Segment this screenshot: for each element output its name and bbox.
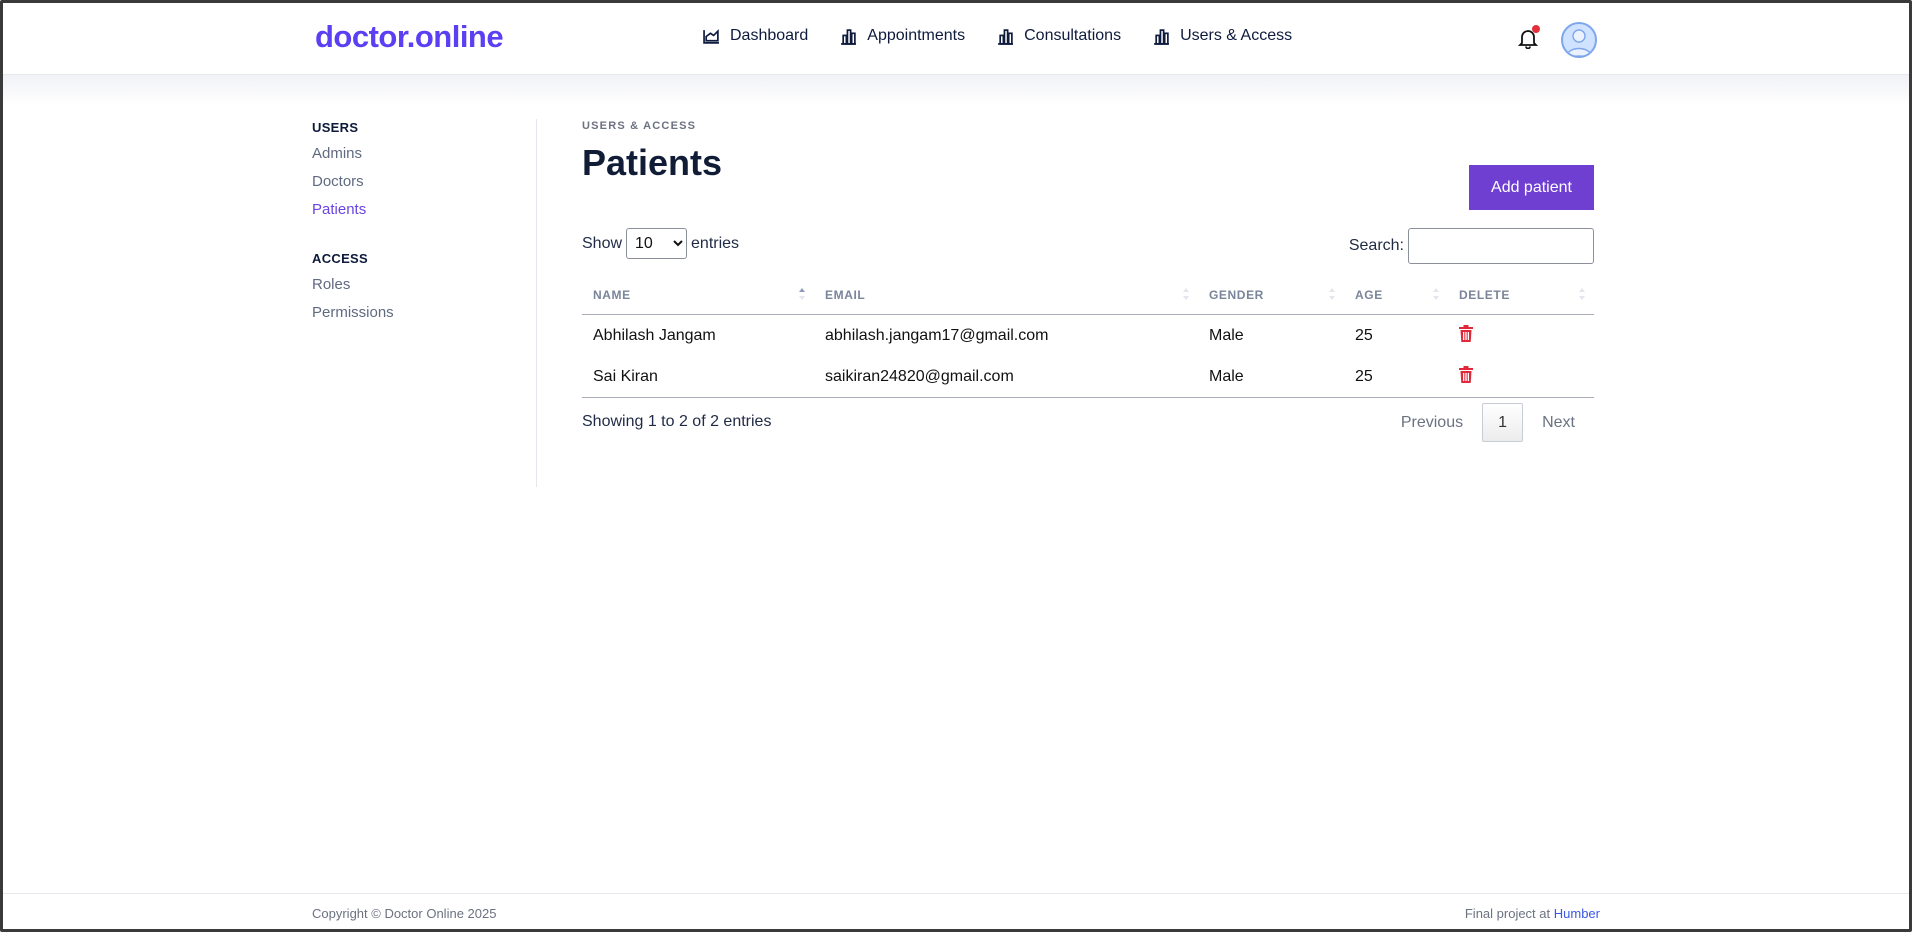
sort-icon xyxy=(1183,288,1189,300)
credit-prefix: Final project at xyxy=(1464,906,1551,921)
bar-chart-icon xyxy=(841,28,857,45)
column-label: GENDER xyxy=(1209,287,1264,302)
cell-gender: Male xyxy=(1198,356,1344,398)
sort-icon xyxy=(1329,288,1335,300)
next-page-button[interactable]: Next xyxy=(1523,414,1594,432)
nav-users-access[interactable]: Users & Access xyxy=(1153,27,1292,45)
cell-email: saikiran24820@gmail.com xyxy=(814,356,1198,398)
column-label: DELETE xyxy=(1459,287,1510,302)
cell-name: Abhilash Jangam xyxy=(593,326,716,344)
credit-text: Final project at Humber xyxy=(1465,906,1600,921)
pagination: Previous 1 Next xyxy=(1382,403,1594,442)
main-nav: Dashboard Appointments Consultations Use… xyxy=(703,27,1292,45)
chart-area-icon xyxy=(703,28,719,44)
breadcrumb: USERS & ACCESS xyxy=(582,120,697,132)
table-row: Abhilash Jangam abhilash.jangam17@gmail.… xyxy=(582,315,1594,357)
cell-name: Sai Kiran xyxy=(582,356,814,398)
column-label: AGE xyxy=(1355,287,1383,302)
user-avatar-icon xyxy=(1566,29,1592,56)
sidebar-divider xyxy=(536,119,537,487)
show-label: Show xyxy=(582,234,623,252)
page-size-control: Show 10 entries xyxy=(582,228,739,259)
cell-email: abhilash.jangam17@gmail.com xyxy=(825,326,1049,344)
copyright-text: Copyright © Doctor Online 2025 xyxy=(312,906,497,921)
table-header-row: NAME EMAIL GENDER AGE DELETE xyxy=(582,275,1594,315)
humber-link[interactable]: Humber xyxy=(1554,906,1600,921)
search-input[interactable] xyxy=(1408,228,1594,264)
sort-icon xyxy=(1579,288,1585,300)
column-header-name[interactable]: NAME xyxy=(582,275,814,315)
notification-dot xyxy=(1532,25,1540,33)
add-patient-button[interactable]: Add patient xyxy=(1469,165,1594,210)
trash-icon[interactable] xyxy=(1459,324,1473,342)
bar-chart-icon xyxy=(1154,28,1170,45)
entries-label: entries xyxy=(691,234,740,252)
user-avatar[interactable] xyxy=(1561,22,1597,58)
brand-logo[interactable]: doctor.online xyxy=(315,19,504,55)
cell-age: 25 xyxy=(1344,356,1448,398)
nav-consultations[interactable]: Consultations xyxy=(997,27,1121,45)
nav-consultations-label: Consultations xyxy=(1024,27,1122,44)
window-frame xyxy=(0,0,1912,932)
page-footer: Copyright © Doctor Online 2025 Final pro… xyxy=(3,893,1909,930)
column-label: NAME xyxy=(593,287,631,302)
sidebar: USERS Admins Doctors Patients ACCESS Rol… xyxy=(312,120,512,332)
nav-users-access-label: Users & Access xyxy=(1180,27,1293,44)
sidebar-item-patients[interactable]: Patients xyxy=(312,201,512,218)
cell-age: 25 xyxy=(1355,326,1373,344)
top-navbar: doctor.online Dashboard Appointments Con… xyxy=(3,3,1909,75)
sidebar-heading-access: ACCESS xyxy=(312,251,368,266)
patients-table: NAME EMAIL GENDER AGE DELETE Abhilash Ja… xyxy=(582,275,1594,398)
sidebar-group-users: USERS Admins Doctors Patients xyxy=(312,120,512,218)
cell-delete xyxy=(1448,315,1594,357)
page-title: Patients xyxy=(582,142,723,183)
header-shadow xyxy=(3,75,1909,105)
column-header-delete[interactable]: DELETE xyxy=(1448,275,1594,315)
search-label: Search: xyxy=(1348,237,1404,254)
table-info: Showing 1 to 2 of 2 entries xyxy=(582,413,772,430)
sidebar-item-doctors[interactable]: Doctors xyxy=(312,173,512,190)
nav-appointments[interactable]: Appointments xyxy=(840,27,965,45)
previous-page-button[interactable]: Previous xyxy=(1382,414,1482,432)
column-header-email[interactable]: EMAIL xyxy=(814,275,1198,315)
sidebar-group-access: ACCESS Roles Permissions xyxy=(312,251,512,321)
sidebar-item-permissions[interactable]: Permissions xyxy=(312,304,512,321)
column-header-age[interactable]: AGE xyxy=(1344,275,1448,315)
trash-icon[interactable] xyxy=(1459,365,1473,383)
cell-delete xyxy=(1448,356,1594,398)
sidebar-item-roles[interactable]: Roles xyxy=(312,276,512,293)
search-control: Search: xyxy=(1349,228,1594,264)
notifications-button[interactable] xyxy=(1517,25,1540,51)
table-row: Sai Kiran saikiran24820@gmail.com Male 2… xyxy=(582,356,1594,398)
nav-dashboard-label: Dashboard xyxy=(730,27,809,44)
sort-asc-icon xyxy=(799,288,805,300)
sort-icon xyxy=(1433,288,1439,300)
nav-dashboard[interactable]: Dashboard xyxy=(703,27,808,45)
column-label: EMAIL xyxy=(825,287,866,302)
cell-gender: Male xyxy=(1209,326,1244,344)
page-1-button[interactable]: 1 xyxy=(1482,403,1524,442)
sidebar-item-admins[interactable]: Admins xyxy=(312,145,512,162)
sidebar-heading-users: USERS xyxy=(312,120,359,135)
column-header-gender[interactable]: GENDER xyxy=(1198,275,1344,315)
nav-appointments-label: Appointments xyxy=(867,27,966,44)
page-size-select[interactable]: 10 xyxy=(626,228,688,259)
bar-chart-icon xyxy=(998,28,1014,45)
